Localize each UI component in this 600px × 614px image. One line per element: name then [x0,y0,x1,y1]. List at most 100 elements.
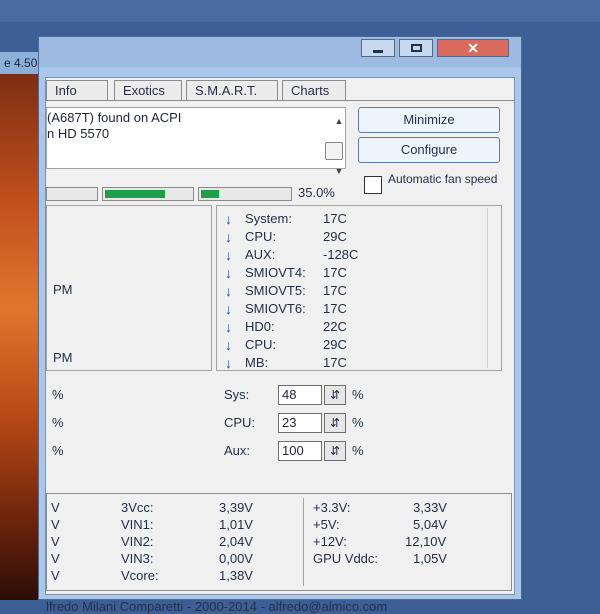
temperatures-scrollbar[interactable] [487,208,500,368]
voltage-value: 1,38V [219,568,253,583]
temperature-value: 17C [323,283,347,298]
speed-label: Sys: [224,387,250,402]
fan-speeds-box: PM PM [46,205,212,371]
temperature-row: ↓ System: 17C [225,210,365,228]
voltage-unit-label: V [51,500,60,515]
voltage-label: VIN1: [121,517,154,532]
desktop-background [0,0,600,22]
temperature-row: ↓ SMIOVT5: 17C [225,282,365,300]
readings-panel: (A687T) found on ACPI n HD 5570 ▲ ▼ Mini… [46,100,514,614]
maximize-window-button[interactable] [399,39,433,57]
temperature-value: 29C [323,337,347,352]
temperature-value: 17C [323,265,347,280]
voltage-value: 0,00V [219,551,253,566]
info-line: n HD 5570 [47,126,110,141]
temperature-value: 17C [323,355,347,370]
speed-up-down-icon[interactable]: ⇵ [324,385,346,405]
temperature-label: CPU: [245,229,277,244]
temperature-label: AUX: [245,247,276,262]
voltage-label: 3Vcc: [121,500,154,515]
voltage-label: +12V: [313,534,347,549]
temperature-value: 22C [323,319,347,334]
voltage-label: +5V: [313,517,340,532]
info-log[interactable]: (A687T) found on ACPI n HD 5570 ▲ ▼ [46,107,346,176]
speed-up-down-icon[interactable]: ⇵ [324,413,346,433]
voltage-value: 2,04V [219,534,253,549]
voltage-value: 5,04V [413,517,447,532]
temperature-value: 17C [323,211,347,226]
speed-up-down-icon[interactable]: ⇵ [324,441,346,461]
speed-control-cpu: CPU: 23 ⇵ % [224,413,424,433]
temperature-value: 29C [323,229,347,244]
down-arrow-icon: ↓ [225,355,232,371]
fan-rpm-label: PM [53,282,73,297]
temperature-row: ↓ HD0: 22C [225,318,365,336]
progress-fill [201,190,219,198]
scroll-up-icon[interactable]: ▲ [333,116,345,126]
voltage-value: 3,39V [219,500,253,515]
temperature-label: MB: [245,355,269,370]
voltage-value: 12,10V [405,534,447,549]
configure-button[interactable]: Configure [358,137,500,163]
voltage-unit-label: V [51,517,60,532]
temperature-row: ↓ MB: 17C [225,354,365,372]
voltage-label: VIN2: [121,534,154,549]
temperature-row: ↓ SMIOVT4: 17C [225,264,365,282]
temperature-label: CPU: [245,337,277,352]
fan-percent-label: % [52,415,64,430]
window-titlebar: ✕ [39,37,521,67]
voltage-label: Vcore: [121,568,159,583]
down-arrow-icon: ↓ [225,337,232,353]
minimize-window-button[interactable] [361,39,395,57]
temperature-label: SMIOVT4: [245,265,306,280]
voltage-label: +3.3V: [313,500,351,515]
close-window-button[interactable]: ✕ [437,39,509,57]
tab-info[interactable]: Info [46,80,108,100]
temperature-row: ↓ AUX: -128C [225,246,365,264]
progress-bar [198,187,292,201]
voltages-box: V V V V V 3Vcc: 3,39V VIN1: 1,01V VIN2: … [46,493,512,591]
voltage-unit-label: V [51,534,60,549]
down-arrow-icon: ↓ [225,229,232,245]
speedfan-window: ✕ Info Exotics S.M.A.R.T. Charts (A687T)… [38,36,522,614]
temperatures-box: ↓ System: 17C ↓ CPU: 29C ↓ AUX: -128C ↓ … [216,205,502,371]
automatic-fan-speed-checkbox[interactable] [364,176,382,194]
fan-percent-label: % [52,387,64,402]
down-arrow-icon: ↓ [225,301,232,317]
info-line: (A687T) found on ACPI [47,110,182,125]
fan-rpm-label: PM [53,350,73,365]
temperature-label: System: [245,211,292,226]
voltage-unit-label: V [51,551,60,566]
speed-input[interactable]: 23 [278,413,322,433]
log-checkbox[interactable] [325,142,343,160]
speed-input[interactable]: 100 [278,441,322,461]
tab-charts[interactable]: Charts [282,80,346,100]
voltage-label: VIN3: [121,551,154,566]
temperature-label: SMIOVT5: [245,283,306,298]
tab-smart[interactable]: S.M.A.R.T. [186,80,278,100]
speed-unit: % [352,415,364,430]
voltage-label: GPU Vddc: [313,551,379,566]
down-arrow-icon: ↓ [225,319,232,335]
scroll-down-icon[interactable]: ▼ [333,166,345,176]
progress-fill [105,190,165,198]
temperature-row: ↓ CPU: 29C [225,228,365,246]
temperature-label: HD0: [245,319,275,334]
temperature-value: -128C [323,247,359,262]
speed-unit: % [352,443,364,458]
speed-control-sys: Sys: 48 ⇵ % [224,385,424,405]
tab-bar: Info Exotics S.M.A.R.T. Charts [46,78,514,100]
copyright-footer: lfredo Milani Comparetti - 2000-2014 - a… [46,599,388,614]
down-arrow-icon: ↓ [225,211,232,227]
tab-exotics[interactable]: Exotics [114,80,182,100]
voltage-value: 1,05V [413,551,447,566]
down-arrow-icon: ↓ [225,265,232,281]
speed-label: CPU: [224,415,256,430]
temperature-label: SMIOVT6: [245,301,306,316]
fan-percent-label: % [52,443,64,458]
temperature-row: ↓ SMIOVT6: 17C [225,300,365,318]
speed-unit: % [352,387,364,402]
progress-bar [102,187,194,201]
speed-input[interactable]: 48 [278,385,322,405]
minimize-button[interactable]: Minimize [358,107,500,133]
